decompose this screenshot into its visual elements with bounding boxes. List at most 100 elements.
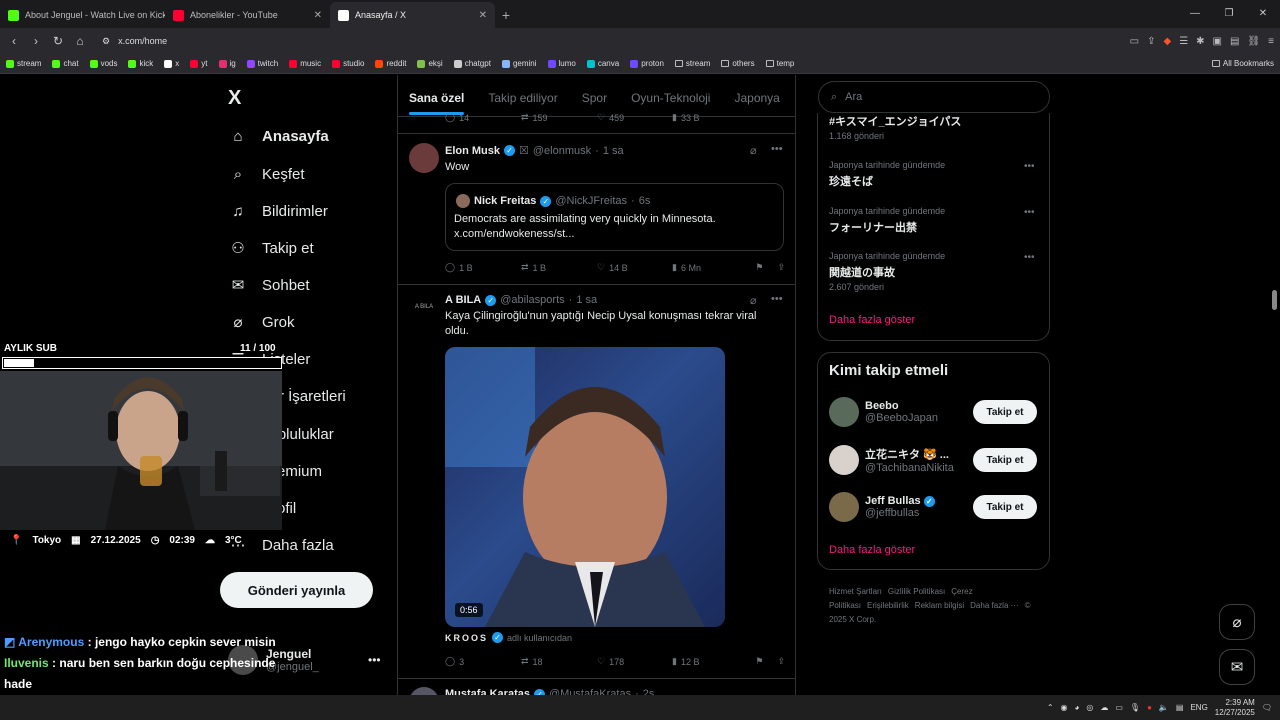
footer-link[interactable]: Gizlilik Politikası	[888, 587, 945, 596]
bookmark-2[interactable]: vods	[89, 59, 117, 68]
menu-icon[interactable]: ≡	[1268, 36, 1274, 47]
suggested-user[interactable]: Jeff Bullas ✓ @jeffbullas	[829, 492, 935, 522]
tweet-video[interactable]	[445, 347, 725, 627]
trend-title[interactable]: フォーリナー出禁	[829, 219, 917, 235]
new-tab-button[interactable]: +	[495, 2, 517, 28]
minimize-icon[interactable]: —	[1178, 0, 1212, 28]
bookmark-3[interactable]: kick	[128, 59, 153, 68]
views-button[interactable]: ▮ 6 Mn	[672, 262, 742, 273]
bookmark-8[interactable]: music	[289, 59, 321, 68]
page-scrollbar[interactable]	[1272, 290, 1277, 310]
avatar[interactable]	[409, 143, 439, 173]
tweet-author-handle[interactable]: @abilasports	[500, 294, 564, 306]
trend-title[interactable]: 珍遠そば	[829, 173, 873, 189]
tweet-author-name[interactable]: Elon Musk	[445, 145, 500, 157]
grok-icon[interactable]: ⌀	[750, 294, 757, 307]
back-icon[interactable]: ‹	[6, 34, 22, 48]
brave-shield-icon[interactable]: ◆	[1163, 36, 1171, 47]
footer-link[interactable]: Hizmet Şartları	[829, 587, 882, 596]
bookmark-folder[interactable]: temp	[765, 59, 794, 68]
suggested-user[interactable]: 立花ニキタ 🐯 ... @TachibanaNikita	[829, 445, 954, 475]
more-icon[interactable]: •••	[1024, 252, 1035, 263]
sidebar-item-takip-et[interactable]: ⚇ Takip et	[228, 238, 313, 258]
sidebar-item-ke-fet[interactable]: ⌕ Keşfet	[228, 164, 305, 184]
bookmark-folder[interactable]: stream	[674, 59, 710, 68]
link-icon[interactable]: ⛓	[1247, 36, 1260, 47]
follow-button[interactable]: Takip et	[973, 495, 1037, 519]
close-icon[interactable]: ✕	[479, 10, 487, 21]
bookmark-1[interactable]: chat	[52, 59, 79, 68]
repost-button[interactable]: ⇄ 18	[521, 656, 597, 667]
wallet-icon[interactable]: ▣	[1213, 36, 1222, 47]
share-icon[interactable]: ⇪	[777, 262, 785, 273]
steam-icon[interactable]: ◉	[1061, 703, 1068, 712]
url-field[interactable]: ⚙ x.com/home	[102, 36, 167, 47]
grok-icon[interactable]: ⌀	[750, 144, 757, 157]
bookmark-icon[interactable]: ⚑	[755, 656, 763, 667]
chevron-up-icon[interactable]: ⌃	[1047, 703, 1054, 712]
tab-kick[interactable]: About Jenguel - Watch Live on Kick ✕	[0, 2, 165, 28]
tab-2[interactable]: Spor	[582, 91, 607, 105]
follow-button[interactable]: Takip et	[973, 400, 1037, 424]
language-indicator[interactable]: ENG	[1190, 703, 1207, 712]
reply-button[interactable]: ◯ 1 B	[445, 262, 521, 273]
sidebar-icon[interactable]: ☰	[1179, 36, 1188, 47]
bookmark-icon[interactable]: ⚑	[755, 262, 763, 273]
bookmark-10[interactable]: reddit	[375, 59, 406, 68]
tab-youtube[interactable]: Abonelikler - YouTube ✕	[165, 2, 330, 28]
bookmark-4[interactable]: x	[164, 59, 179, 68]
footer-link[interactable]: Reklam bilgisi	[915, 601, 964, 610]
sidebar-item-sohbet[interactable]: ✉ Sohbet	[228, 275, 310, 295]
cloud-icon[interactable]: ☁	[1100, 703, 1108, 712]
messages-fab-button[interactable]: ✉	[1219, 649, 1255, 685]
reply-button[interactable]: ◯ 3	[445, 656, 521, 667]
more-icon[interactable]: •••	[1024, 207, 1035, 218]
more-icon[interactable]: •••	[1024, 161, 1035, 172]
taskbar-clock[interactable]: 2:39 AM 12/27/2025	[1215, 698, 1255, 718]
close-window-icon[interactable]: ✕	[1246, 0, 1280, 28]
sidebar-item-bildirimler[interactable]: ♫ Bildirimler	[228, 201, 327, 221]
mic-icon[interactable]: 🎙	[1130, 703, 1140, 712]
views-button[interactable]: ▮ 33 B	[672, 112, 742, 123]
trend-title[interactable]: #キスマイ_エンジョイパス	[829, 113, 961, 129]
home-browser-icon[interactable]: ⌂	[72, 34, 88, 48]
x-logo-icon[interactable]: X	[228, 87, 241, 110]
forward-icon[interactable]: ›	[28, 34, 44, 48]
bookmark-16[interactable]: proton	[630, 59, 664, 68]
share-icon[interactable]: ⇪	[777, 656, 785, 667]
bookmark-14[interactable]: lumo	[547, 59, 576, 68]
bookmark-15[interactable]: canva	[586, 59, 619, 68]
notifications-icon[interactable]: 🗨	[1262, 703, 1272, 712]
site-info-icon[interactable]: ⚙	[102, 36, 110, 47]
reply-button[interactable]: ◯ 14	[445, 112, 521, 123]
discord-icon[interactable]: ◕	[1075, 703, 1080, 712]
media-attribution[interactable]: KROOS ✓ adlı kullanıcıdan	[445, 632, 572, 643]
views-button[interactable]: ▮ 12 B	[672, 656, 742, 667]
repost-button[interactable]: ⇄ 1 B	[521, 262, 597, 273]
bookmark-11[interactable]: ekşi	[417, 59, 443, 68]
tweet-author-handle[interactable]: @elonmusk	[533, 145, 591, 157]
bookmark-folder[interactable]: others	[721, 59, 755, 68]
network-icon[interactable]: ▤	[1176, 703, 1184, 712]
more-icon[interactable]: •••	[368, 653, 381, 667]
display-icon[interactable]: ▭	[1115, 703, 1123, 712]
bookmark-5[interactable]: yt	[190, 59, 208, 68]
suggested-user[interactable]: Beebo @BeeboJapan	[829, 397, 938, 427]
footer-link[interactable]: Erişilebilirlik	[867, 601, 909, 610]
trend-title[interactable]: 関越道の事故	[829, 264, 895, 280]
tweet-time[interactable]: 1 sa	[576, 294, 597, 306]
record-icon[interactable]: ●	[1147, 703, 1152, 712]
extensions-icon[interactable]: ✱	[1196, 36, 1204, 47]
repost-button[interactable]: ⇄ 159	[521, 112, 597, 123]
search-input[interactable]: ⌕ Ara	[818, 81, 1050, 113]
cast-icon[interactable]: ▭	[1130, 36, 1139, 47]
like-button[interactable]: ♡ 14 B	[597, 262, 672, 273]
tab-0[interactable]: Sana özel	[409, 91, 465, 115]
bookmark-13[interactable]: gemini	[501, 59, 537, 68]
bookmark-12[interactable]: chatgpt	[453, 59, 491, 68]
all-bookmarks-button[interactable]: All Bookmarks	[1211, 59, 1274, 68]
trends-show-more-link[interactable]: Daha fazla göster	[829, 314, 915, 326]
follow-button[interactable]: Takip et	[973, 448, 1037, 472]
bookmark-7[interactable]: twitch	[246, 59, 278, 68]
who-to-follow-show-more-link[interactable]: Daha fazla göster	[829, 544, 915, 556]
